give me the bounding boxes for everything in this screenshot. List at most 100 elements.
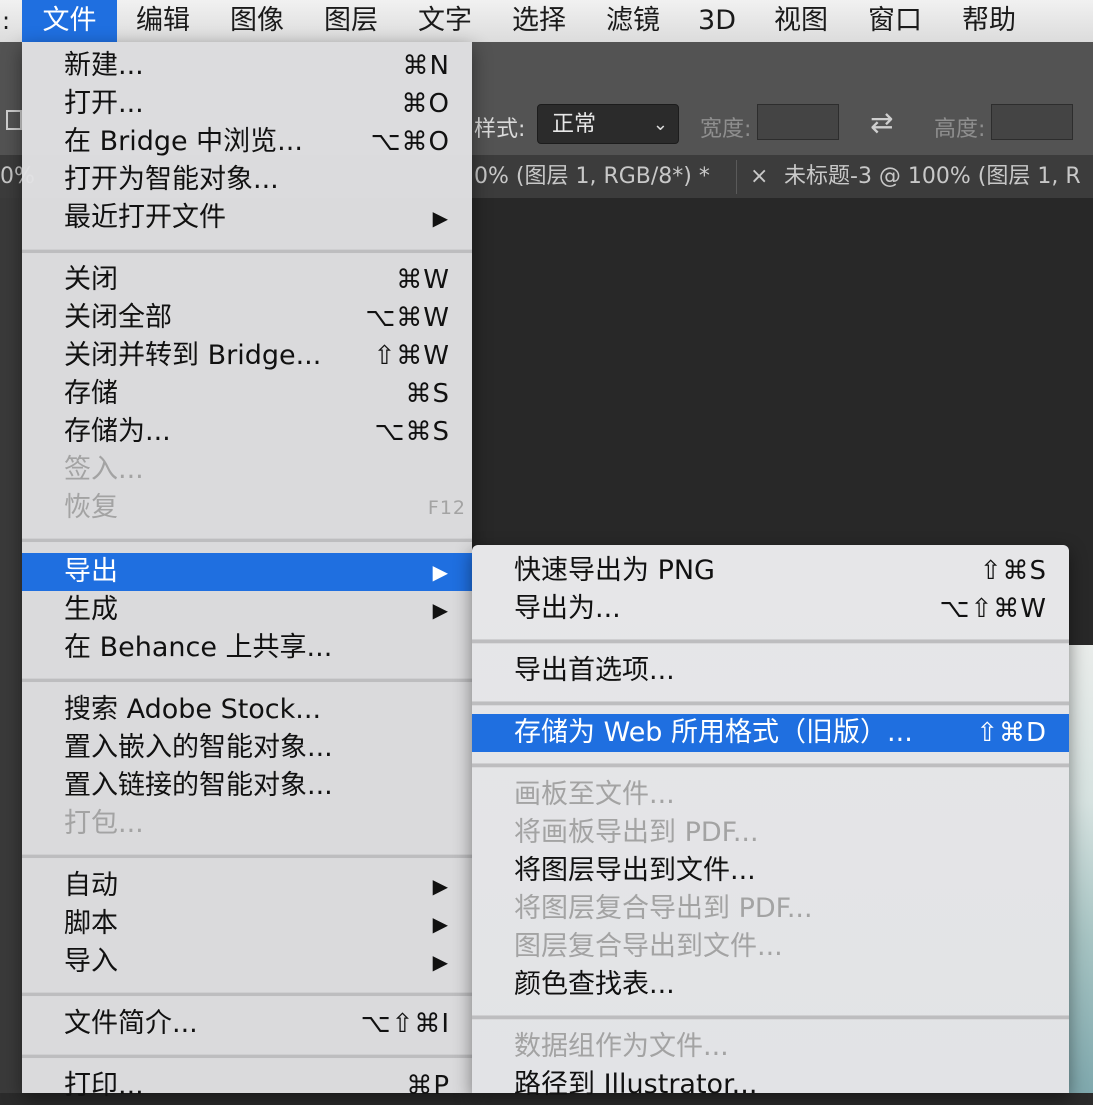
menu-item-shortcut: F12 xyxy=(427,497,466,519)
menu-item-quick-export-png[interactable]: 快速导出为 PNG ⇧⌘S xyxy=(472,552,1069,590)
menu-item-search-adobe-stock[interactable]: 搜索 Adobe Stock... xyxy=(22,691,472,729)
menu-item-label: 最近打开文件 xyxy=(64,202,226,233)
menu-item-export-preferences[interactable]: 导出首选项... xyxy=(472,652,1069,690)
menu-window[interactable]: 窗口 xyxy=(850,0,940,42)
menu-item-package: 打包... xyxy=(22,805,472,843)
menu-select[interactable]: 选择 xyxy=(494,0,584,42)
menu-item-label: 导出为... xyxy=(514,593,621,624)
tab-document-2[interactable]: 未标题-3 @ 100% (图层 1, R xyxy=(784,155,1081,198)
menu-item-shortcut: ⌥⌘O xyxy=(370,127,450,157)
menu-item-close-all[interactable]: 关闭全部 ⌥⌘W xyxy=(22,299,472,337)
menu-item-shortcut: ⌘P xyxy=(406,1071,450,1101)
width-label: 宽度: xyxy=(700,117,752,142)
menu-item-label: 文件简介... xyxy=(64,1008,198,1039)
menu-item-label: 存储为... xyxy=(64,416,171,447)
menu-item-browse-bridge[interactable]: 在 Bridge 中浏览... ⌥⌘O xyxy=(22,123,472,161)
menu-item-new[interactable]: 新建... ⌘N xyxy=(22,47,472,85)
menu-item-label: 将图层复合导出到 PDF... xyxy=(514,893,813,924)
menu-item-open-smart-object[interactable]: 打开为智能对象... xyxy=(22,161,472,199)
menu-item-label: 恢复 xyxy=(64,492,118,523)
chevron-down-icon: ⌄ xyxy=(652,114,668,135)
menu-view[interactable]: 视图 xyxy=(756,0,846,42)
swap-icon[interactable]: ⇄ xyxy=(870,106,893,139)
menu-layer[interactable]: 图层 xyxy=(306,0,396,42)
menu-item-shortcut: ⌥⌘W xyxy=(365,303,450,333)
style-select[interactable]: 正常 ⌄ xyxy=(537,104,679,144)
menu-item-export[interactable]: 导出 ▶ xyxy=(22,553,472,591)
menu-item-share-behance[interactable]: 在 Behance 上共享... xyxy=(22,629,472,667)
submenu-arrow-icon: ▶ xyxy=(432,950,448,974)
menu-item-generate[interactable]: 生成 ▶ xyxy=(22,591,472,629)
menu-item-label: 打印... xyxy=(64,1070,144,1101)
style-label: 样式: xyxy=(474,117,526,142)
menu-item-label: 画板至文件... xyxy=(514,779,675,810)
menu-item-close-go-bridge[interactable]: 关闭并转到 Bridge... ⇧⌘W xyxy=(22,337,472,375)
width-input[interactable] xyxy=(757,104,839,140)
menu-item-automate[interactable]: 自动 ▶ xyxy=(22,867,472,905)
menu-item-place-linked[interactable]: 置入链接的智能对象... xyxy=(22,767,472,805)
menu-item-open[interactable]: 打开... ⌘O xyxy=(22,85,472,123)
menu-item-shortcut: ⌘O xyxy=(401,89,450,119)
menu-separator xyxy=(22,1054,472,1059)
menu-3d[interactable]: 3D xyxy=(682,0,752,42)
menu-item-print[interactable]: 打印... ⌘P xyxy=(22,1067,472,1105)
menu-item-open-recent[interactable]: 最近打开文件 ▶ xyxy=(22,199,472,237)
menu-item-artboards-to-files: 画板至文件... xyxy=(472,776,1069,814)
tools-panel-edge xyxy=(0,198,22,1093)
menu-item-label: 颜色查找表... xyxy=(514,969,675,1000)
menu-item-place-embedded[interactable]: 置入嵌入的智能对象... xyxy=(22,729,472,767)
menu-item-label: 打包... xyxy=(64,808,144,839)
menu-item-color-lookup[interactable]: 颜色查找表... xyxy=(472,966,1069,1004)
marquee-tool-icon[interactable] xyxy=(6,110,22,130)
menu-item-scripts[interactable]: 脚本 ▶ xyxy=(22,905,472,943)
menu-separator xyxy=(22,854,472,859)
menu-item-label: 新建... xyxy=(64,50,144,81)
menu-item-shortcut: ⌘N xyxy=(402,51,450,81)
menu-item-save[interactable]: 存储 ⌘S xyxy=(22,375,472,413)
menu-file[interactable]: 文件 xyxy=(22,0,117,42)
menu-help[interactable]: 帮助 xyxy=(944,0,1034,42)
submenu-arrow-icon: ▶ xyxy=(432,598,448,622)
menu-separator xyxy=(472,1015,1069,1020)
height-input[interactable] xyxy=(991,104,1073,140)
menu-item-label: 导出首选项... xyxy=(514,655,675,686)
menu-separator xyxy=(22,249,472,254)
menu-item-paths-to-illustrator[interactable]: 路径到 Illustrator... xyxy=(472,1066,1069,1104)
menu-item-label: 自动 xyxy=(64,870,118,901)
menu-item-label: 搜索 Adobe Stock... xyxy=(64,694,322,725)
tab-divider xyxy=(736,160,737,194)
menu-item-label: 导出 xyxy=(64,556,118,587)
menu-item-close[interactable]: 关闭 ⌘W xyxy=(22,261,472,299)
tab-document-1[interactable]: 0% (图层 1, RGB/8*) * xyxy=(474,155,710,198)
menu-item-shortcut: ⌥⇧⌘W xyxy=(939,594,1047,624)
style-select-value: 正常 xyxy=(552,112,597,137)
menu-type[interactable]: 文字 xyxy=(400,0,490,42)
menu-edit[interactable]: 编辑 xyxy=(118,0,208,42)
submenu-arrow-icon: ▶ xyxy=(432,560,448,584)
menu-item-data-sets: 数据组作为文件... xyxy=(472,1028,1069,1066)
height-label: 高度: xyxy=(934,117,986,142)
menu-item-file-info[interactable]: 文件简介... ⌥⇧⌘I xyxy=(22,1005,472,1043)
menu-item-artboards-to-pdf: 将画板导出到 PDF... xyxy=(472,814,1069,852)
menu-item-revert: 恢复 F12 xyxy=(22,489,472,527)
menu-item-layers-to-files[interactable]: 将图层导出到文件... xyxy=(472,852,1069,890)
menu-item-label: 导入 xyxy=(64,946,118,977)
menu-item-label: 打开为智能对象... xyxy=(64,164,279,195)
menu-item-label: 图层复合导出到文件... xyxy=(514,931,783,962)
menu-item-save-for-web[interactable]: 存储为 Web 所用格式（旧版）... ⇧⌘D xyxy=(472,714,1069,752)
menu-separator xyxy=(472,701,1069,706)
menu-item-label: 在 Behance 上共享... xyxy=(64,632,333,663)
menu-item-label: 关闭全部 xyxy=(64,302,172,333)
menu-item-label: 签入... xyxy=(64,454,144,485)
menu-item-export-as[interactable]: 导出为... ⌥⇧⌘W xyxy=(472,590,1069,628)
menu-image[interactable]: 图像 xyxy=(212,0,302,42)
menu-item-shortcut: ⌘W xyxy=(396,265,450,295)
menu-filter[interactable]: 滤镜 xyxy=(588,0,678,42)
file-menu: 新建... ⌘N 打开... ⌘O 在 Bridge 中浏览... ⌥⌘O 打开… xyxy=(22,42,472,1101)
menu-item-shortcut: ⌥⇧⌘I xyxy=(360,1009,450,1039)
menu-item-save-as[interactable]: 存储为... ⌥⌘S xyxy=(22,413,472,451)
menu-item-shortcut: ⇧⌘W xyxy=(373,341,450,371)
menu-item-import[interactable]: 导入 ▶ xyxy=(22,943,472,981)
tab-close-icon[interactable]: × xyxy=(750,155,768,198)
menu-item-label: 关闭 xyxy=(64,264,118,295)
